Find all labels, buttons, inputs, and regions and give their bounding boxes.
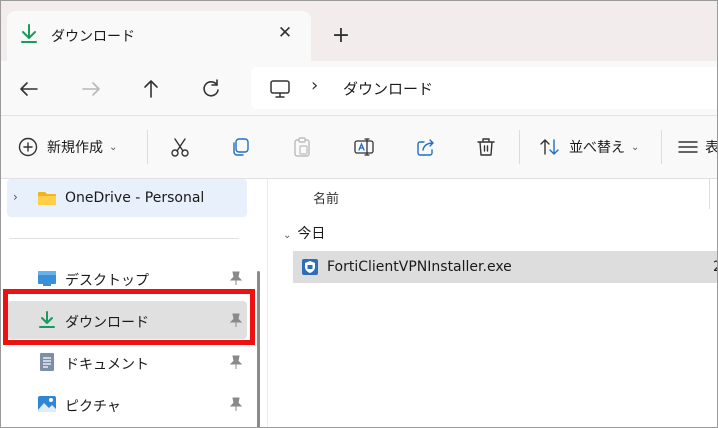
paste-button[interactable] <box>291 132 313 162</box>
cut-button[interactable] <box>169 132 191 162</box>
sort-icon <box>540 139 559 155</box>
rename-icon <box>354 138 374 156</box>
pin-icon[interactable] <box>229 270 243 286</box>
installer-icon <box>301 258 319 276</box>
new-button-label: 新規作成 <box>47 140 103 156</box>
sidebar-divider <box>9 238 239 239</box>
sidebar-item-pictures[interactable]: ピクチャ <box>7 385 247 423</box>
group-label: 今日 <box>297 226 326 242</box>
tab-strip: ダウンロード ✕ + <box>1 1 717 61</box>
back-button[interactable] <box>15 75 43 103</box>
file-list: 名前 ⌄ 今日 FortiClientVPNInstaller.exe 2 <box>269 179 717 427</box>
pin-icon[interactable] <box>229 354 243 370</box>
sidebar-item-label: ピクチャ <box>65 399 121 415</box>
command-separator <box>519 130 520 164</box>
navigation-bar: › ダウンロード <box>1 61 717 115</box>
refresh-icon <box>203 79 219 97</box>
tab-title: ダウンロード <box>51 29 135 45</box>
tab-downloads[interactable]: ダウンロード ✕ <box>7 11 311 61</box>
copy-button[interactable] <box>229 132 251 162</box>
up-button[interactable] <box>137 75 165 103</box>
file-date-truncated: 2 <box>713 259 717 275</box>
arrow-right-icon <box>82 82 100 96</box>
delete-button[interactable] <box>475 132 497 162</box>
sidebar-scrollbar[interactable] <box>257 271 260 427</box>
sort-button[interactable]: 並べ替え ⌄ <box>539 132 639 162</box>
sidebar-item-documents[interactable]: ドキュメント <box>7 343 247 381</box>
paste-icon <box>294 137 310 157</box>
highlight-box <box>3 289 255 345</box>
share-button[interactable] <box>415 132 437 162</box>
view-button[interactable]: 表 <box>677 132 718 162</box>
refresh-button[interactable] <box>197 75 225 103</box>
sidebar-item-onedrive[interactable]: › OneDrive - Personal <box>7 179 247 217</box>
download-icon <box>19 23 39 45</box>
breadcrumb-separator: › <box>311 75 319 96</box>
group-header-today[interactable]: ⌄ 今日 <box>283 223 325 243</box>
monitor-icon <box>269 79 291 99</box>
delete-icon <box>477 138 495 156</box>
column-header-name[interactable]: 名前 <box>313 188 339 207</box>
arrow-left-icon <box>20 82 38 96</box>
file-name: FortiClientVPNInstaller.exe <box>327 259 512 275</box>
chevron-down-icon: ⌄ <box>283 230 292 241</box>
sidebar-item-label: OneDrive - Personal <box>65 190 205 206</box>
address-bar[interactable]: › ダウンロード <box>251 67 717 109</box>
pane-divider[interactable] <box>267 179 268 427</box>
command-separator <box>661 130 662 164</box>
pictures-icon <box>37 394 57 414</box>
plus-icon: + <box>331 23 351 48</box>
sort-button-label: 並べ替え <box>569 140 625 156</box>
copy-icon <box>233 138 249 156</box>
chevron-down-icon: ⌄ <box>109 141 118 153</box>
share-icon <box>417 139 434 156</box>
chevron-right-icon[interactable]: › <box>13 190 18 204</box>
column-resize-handle[interactable] <box>709 179 710 209</box>
view-button-label: 表 <box>705 140 718 156</box>
chevron-down-icon: ⌄ <box>631 141 640 153</box>
arrow-up-icon <box>144 80 158 98</box>
view-icon <box>678 141 698 153</box>
rename-button[interactable] <box>353 132 375 162</box>
close-icon[interactable]: ✕ <box>275 23 295 43</box>
command-bar: 新規作成 ⌄ 並べ替え ⌄ 表 <box>1 116 717 179</box>
plus-circle-icon <box>18 137 38 157</box>
sidebar-item-label: デスクトップ <box>65 273 149 289</box>
new-tab-button[interactable]: + <box>327 23 355 51</box>
breadcrumb-downloads[interactable]: ダウンロード <box>343 78 433 99</box>
desktop-icon <box>37 268 57 288</box>
folder-icon <box>37 188 57 208</box>
file-row[interactable]: FortiClientVPNInstaller.exe 2 <box>293 251 717 283</box>
sidebar-item-label: ドキュメント <box>65 357 149 373</box>
forward-button[interactable] <box>77 75 105 103</box>
file-explorer-window: ダウンロード ✕ + › ダウンロード 新規作成 ⌄ 並べ替え ⌄ 表 › On… <box>0 0 718 428</box>
pin-icon[interactable] <box>229 396 243 412</box>
cut-icon <box>171 138 189 157</box>
command-separator <box>147 130 148 164</box>
new-button[interactable]: 新規作成 ⌄ <box>17 132 117 162</box>
document-icon <box>37 352 57 372</box>
